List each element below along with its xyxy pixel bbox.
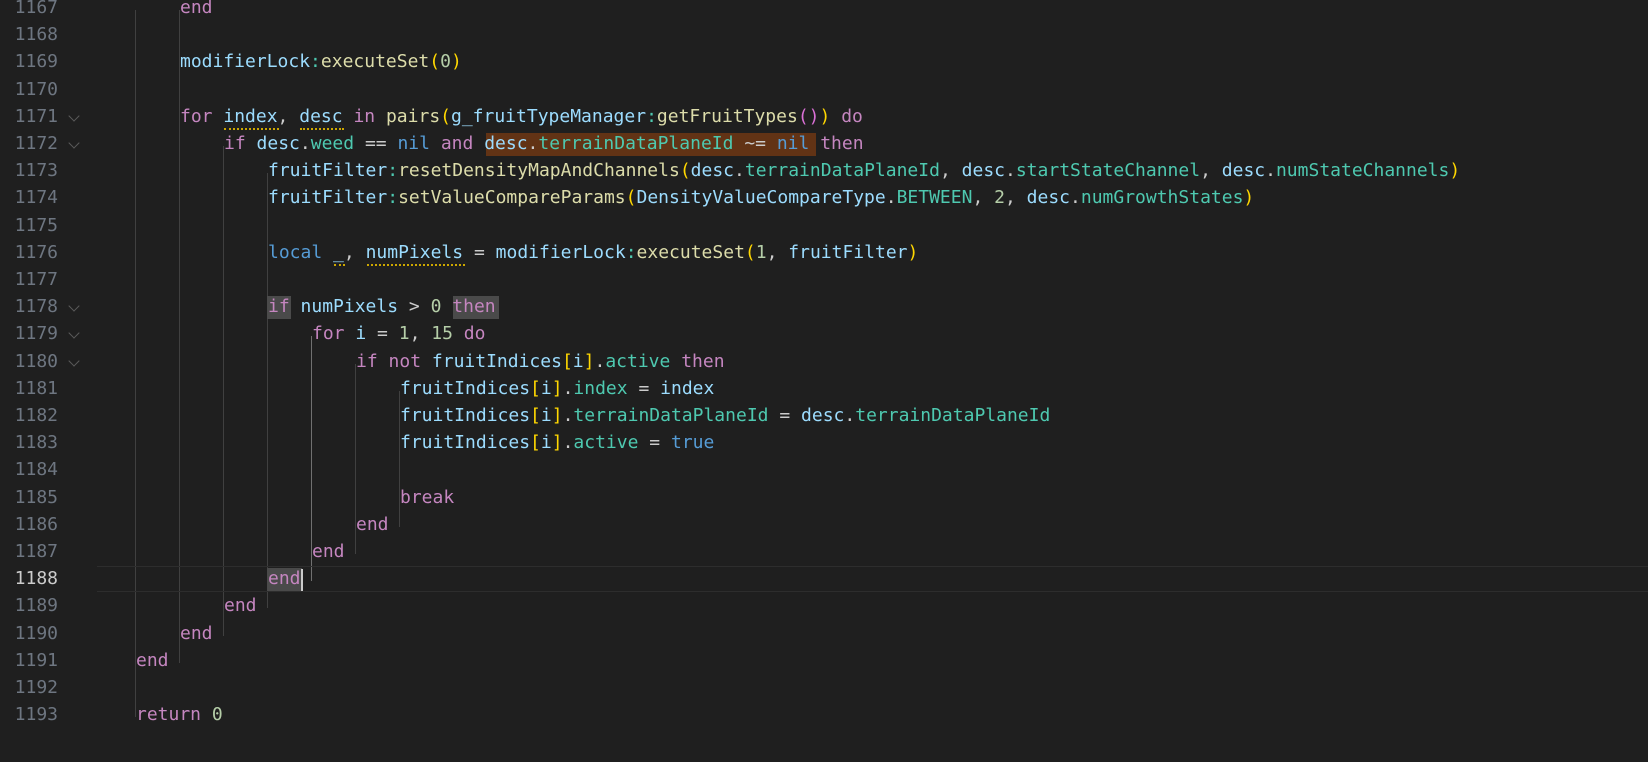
code-line[interactable]: 1189 end	[0, 592, 1648, 621]
code-line[interactable]: 1174 fruitFilter:setValueCompareParams(De…	[0, 184, 1648, 213]
line-number: 1169	[14, 51, 58, 73]
code-text[interactable]: modifierLock:executeSet(0)	[180, 48, 462, 77]
fold-chevron-icon[interactable]	[68, 300, 80, 312]
line-number: 1170	[14, 78, 58, 100]
line-number: 1172	[14, 133, 58, 154]
line-number: 1182	[14, 405, 58, 426]
code-line[interactable]: 1183 fruitIndices[i].active = true	[0, 429, 1648, 458]
code-text[interactable]: end	[312, 538, 345, 567]
line-number: 1184	[14, 459, 58, 481]
line-number: 1168	[14, 24, 58, 46]
line-number: 1183	[14, 432, 58, 454]
code-line[interactable]: 1182 fruitIndices[i].terrainDataPlaneId =…	[0, 402, 1648, 431]
current-line-highlight	[97, 566, 1648, 593]
code-text[interactable]: end	[224, 592, 257, 621]
code-line[interactable]: 1184	[0, 456, 1648, 485]
code-text[interactable]: local _, numPixels = modifierLock:execut…	[268, 239, 918, 268]
line-number: 1192	[14, 677, 58, 698]
code-text[interactable]: end	[180, 620, 213, 649]
code-line[interactable]: 1171 for index, desc in pairs(g_fruitType…	[0, 103, 1648, 132]
code-text[interactable]: fruitIndices[i].index = index	[400, 375, 714, 404]
line-number: 1181	[14, 377, 58, 399]
code-text[interactable]: fruitIndices[i].active = true	[400, 429, 714, 458]
code-line[interactable]: 1168	[0, 21, 1648, 50]
code-text[interactable]: end	[180, 0, 213, 23]
code-line[interactable]: 1167 end	[0, 0, 1648, 23]
line-number: 1174	[14, 187, 58, 209]
code-text[interactable]: end	[268, 565, 301, 594]
line-number: 1193	[14, 704, 58, 726]
code-text[interactable]: end	[136, 647, 169, 676]
code-line[interactable]: 1180 if not fruitIndices[i].active then	[0, 348, 1648, 377]
code-text[interactable]: if not fruitIndices[i].active then	[356, 348, 725, 377]
code-line[interactable]: 1172 if desc.weed == nil and desc.terrain…	[0, 130, 1648, 159]
line-number: 1167	[14, 0, 58, 18]
line-number: 1189	[14, 595, 58, 617]
fold-chevron-icon[interactable]	[68, 327, 80, 340]
fold-chevron-icon[interactable]	[68, 110, 80, 122]
code-line[interactable]: 1186 end	[0, 511, 1648, 540]
code-text[interactable]: end	[356, 511, 389, 540]
code-line[interactable]: 1169 modifierLock:executeSet(0)	[0, 48, 1648, 77]
code-text[interactable]: break	[400, 484, 454, 513]
line-number: 1171	[14, 105, 58, 127]
code-line[interactable]: 1175	[0, 212, 1648, 241]
code-line[interactable]: 1179 for i = 1, 15 do	[0, 320, 1648, 349]
line-number: 1191	[14, 649, 58, 671]
line-number: 1180	[14, 350, 58, 372]
code-line[interactable]: 1170	[0, 76, 1648, 105]
code-line[interactable]: 1187 end	[0, 538, 1648, 567]
line-number: 1173	[14, 160, 58, 182]
code-line[interactable]: 1177	[0, 266, 1648, 295]
code-line[interactable]: 1193 return 0	[0, 701, 1648, 730]
code-line[interactable]: 1178 if numPixels > 0 then	[0, 293, 1648, 322]
code-line[interactable]: 1181 fruitIndices[i].index = index	[0, 375, 1648, 404]
line-number: 1178	[14, 296, 58, 318]
code-text[interactable]: for index, desc in pairs(g_fruitTypeMana…	[180, 103, 863, 132]
code-line[interactable]: 1173 fruitFilter:resetDensityMapAndChanne…	[0, 157, 1648, 186]
code-line[interactable]: 1185 break	[0, 484, 1648, 513]
line-number: 1190	[14, 622, 58, 644]
line-number: 1186	[14, 513, 58, 535]
code-line[interactable]: 1192	[0, 674, 1648, 703]
line-number: 1185	[14, 486, 58, 508]
line-number: 1176	[14, 241, 58, 263]
text-cursor	[300, 569, 303, 592]
fold-chevron-icon[interactable]	[68, 137, 80, 149]
code-text[interactable]: if desc.weed == nil and desc.terrainData…	[224, 130, 864, 159]
code-text[interactable]: fruitIndices[i].terrainDataPlaneId = des…	[400, 402, 1050, 431]
line-number: 1179	[14, 323, 58, 345]
code-line[interactable]: 1176 local _, numPixels = modifierLock:ex…	[0, 239, 1648, 268]
line-number: 1187	[14, 541, 58, 562]
line-number: 1175	[14, 214, 58, 236]
code-text[interactable]: fruitFilter:setValueCompareParams(Densit…	[268, 184, 1254, 213]
code-text[interactable]: for i = 1, 15 do	[312, 320, 485, 349]
line-number: 1188	[14, 568, 58, 590]
code-line[interactable]: 1191 end	[0, 647, 1648, 676]
code-line[interactable]: 1188 end	[0, 565, 1648, 594]
code-line[interactable]: 1190 end	[0, 620, 1648, 649]
fold-chevron-icon[interactable]	[68, 354, 80, 367]
code-text[interactable]: fruitFilter:resetDensityMapAndChannels(d…	[268, 157, 1460, 186]
code-text[interactable]: if numPixels > 0 then	[268, 293, 496, 322]
code-text[interactable]: return 0	[136, 701, 223, 730]
code-editor[interactable]: 1167 end 1168 1169 modifierLock:executeSet(0…	[0, 0, 1648, 762]
line-number: 1177	[14, 269, 58, 290]
